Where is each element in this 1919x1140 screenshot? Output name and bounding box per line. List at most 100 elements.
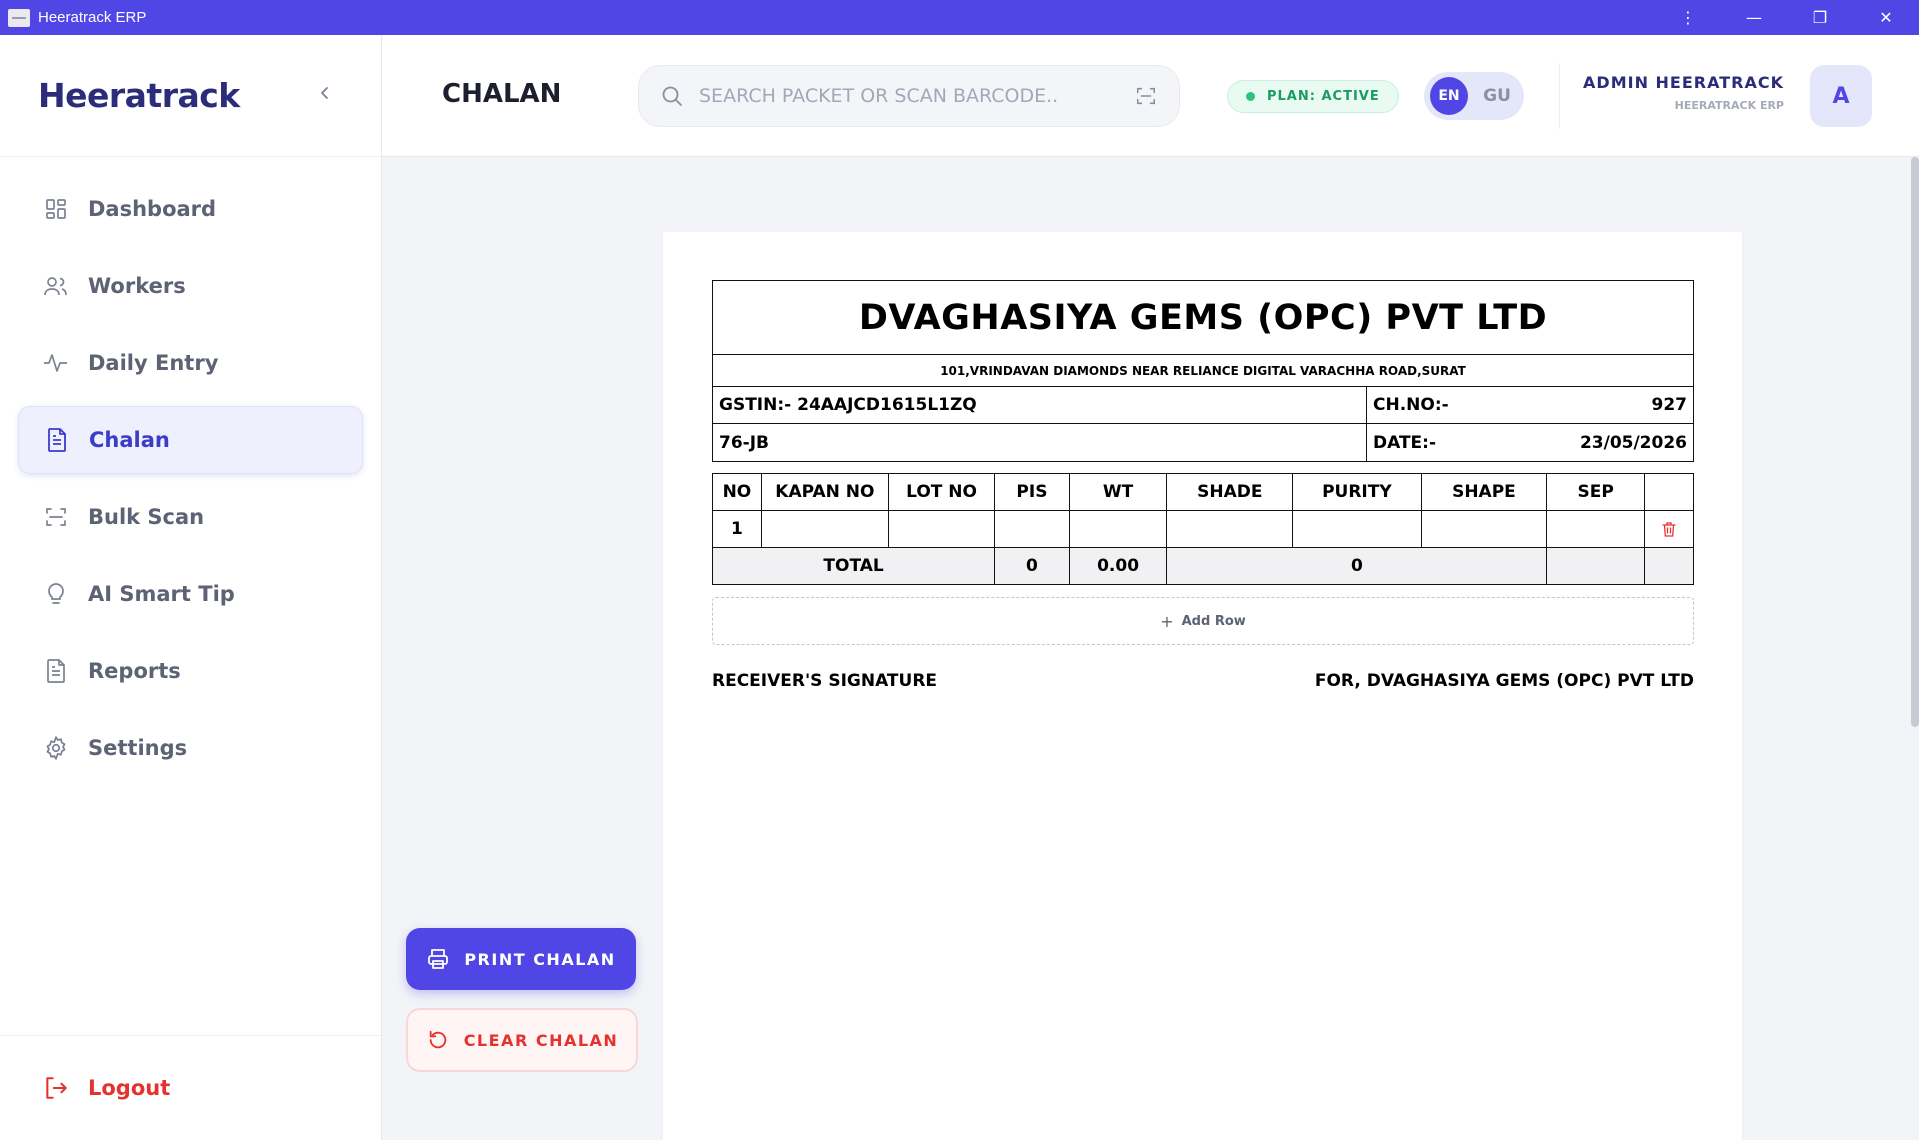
lang-gu-button[interactable]: GU xyxy=(1478,77,1516,115)
activity-icon xyxy=(42,349,70,377)
user-name: ADMIN HEERATRACK xyxy=(1583,73,1784,92)
lightbulb-icon xyxy=(42,580,70,608)
avatar[interactable]: A xyxy=(1810,65,1872,127)
total-empty xyxy=(1644,547,1694,585)
scan-icon xyxy=(42,503,70,531)
sidebar-item-label: AI Smart Tip xyxy=(88,582,235,606)
col-header: LOT NO xyxy=(887,473,996,511)
brand-row: Heeratrack xyxy=(0,35,381,157)
col-header: WT xyxy=(1068,473,1168,511)
file-icon xyxy=(42,657,70,685)
cell-wt[interactable] xyxy=(1068,510,1168,548)
header-divider xyxy=(1559,63,1560,129)
cell-purity[interactable] xyxy=(1292,510,1422,548)
search-icon xyxy=(662,86,682,106)
sidebar: Heeratrack Dashboard Workers Daily Entry xyxy=(0,35,382,1140)
content-scrollbar[interactable] xyxy=(1911,157,1919,727)
company-name: DVAGHASIYA GEMS (OPC) PVT LTD xyxy=(713,281,1693,355)
cell-pis[interactable] xyxy=(994,510,1070,548)
table-header-row: NO KAPAN NO LOT NO PIS WT SHADE PURITY S… xyxy=(712,473,1694,511)
sidebar-nav: Dashboard Workers Daily Entry Chalan Bul… xyxy=(0,157,381,782)
lang-en-button[interactable]: EN xyxy=(1430,77,1468,115)
collapse-sidebar-button[interactable] xyxy=(313,81,337,105)
reset-icon xyxy=(426,1028,450,1052)
cell-kapan-no[interactable] xyxy=(760,510,889,548)
cell-shape[interactable] xyxy=(1420,510,1548,548)
search-input[interactable] xyxy=(699,85,1133,107)
sidebar-item-label: Settings xyxy=(88,736,188,760)
add-row-label: Add Row xyxy=(1181,613,1246,629)
scan-icon xyxy=(1136,87,1156,105)
chalan-paper: DVAGHASIYA GEMS (OPC) PVT LTD 101,VRINDA… xyxy=(663,232,1742,1140)
party-name[interactable]: 76-JB xyxy=(713,424,1367,461)
maximize-button[interactable]: ❐ xyxy=(1787,0,1853,35)
col-header: PIS xyxy=(994,473,1070,511)
app-icon xyxy=(8,8,30,27)
total-wt: 0.00 xyxy=(1068,547,1168,585)
table-row: 1 xyxy=(712,510,1694,548)
gear-icon xyxy=(42,734,70,762)
sidebar-item-dashboard[interactable]: Dashboard xyxy=(18,175,363,243)
sidebar-item-label: Dashboard xyxy=(88,197,217,221)
sidebar-item-label: Daily Entry xyxy=(88,351,219,375)
sidebar-item-workers[interactable]: Workers xyxy=(18,252,363,320)
receiver-signature: RECEIVER'S SIGNATURE xyxy=(712,671,938,691)
status-dot xyxy=(1246,92,1255,101)
challan-date: DATE:- 23/05/2026 xyxy=(1367,424,1693,461)
window-controls: ⋮ — ❐ ✕ xyxy=(1655,0,1919,35)
sidebar-item-bulk-scan[interactable]: Bulk Scan xyxy=(18,483,363,551)
challan-number: CH.NO:- 927 xyxy=(1367,387,1693,423)
minimize-button[interactable]: — xyxy=(1721,0,1787,35)
sidebar-item-label: Chalan xyxy=(89,428,170,452)
clear-chalan-label: CLEAR CHALAN xyxy=(463,1030,619,1050)
date-label: DATE:- xyxy=(1373,432,1437,453)
printer-icon xyxy=(426,947,450,971)
cell-shade[interactable] xyxy=(1166,510,1294,548)
cell-sep[interactable] xyxy=(1546,510,1646,548)
col-header: NO xyxy=(712,473,762,511)
col-header: PURITY xyxy=(1292,473,1422,511)
file-text-icon xyxy=(43,426,71,454)
brand-logo: Heeratrack xyxy=(38,76,240,115)
plan-status-badge: PLAN: ACTIVE xyxy=(1227,80,1399,113)
logout-label: Logout xyxy=(88,1076,171,1100)
clear-chalan-button[interactable]: CLEAR CHALAN xyxy=(406,1008,638,1072)
sidebar-item-reports[interactable]: Reports xyxy=(18,637,363,705)
sidebar-item-daily-entry[interactable]: Daily Entry xyxy=(18,329,363,397)
print-chalan-label: PRINT CHALAN xyxy=(464,949,616,969)
plan-status-text: PLAN: ACTIVE xyxy=(1267,89,1380,104)
col-header: KAPAN NO xyxy=(760,473,889,511)
barcode-scan-button[interactable] xyxy=(1133,83,1159,109)
search-bar xyxy=(638,65,1180,127)
info-row-party: 76-JB DATE:- 23/05/2026 xyxy=(713,424,1693,461)
add-row-button[interactable]: + Add Row xyxy=(712,597,1694,645)
sidebar-item-chalan[interactable]: Chalan xyxy=(18,406,363,474)
trash-icon xyxy=(1649,521,1689,538)
ch-no-label: CH.NO:- xyxy=(1373,395,1449,415)
for-company: FOR, DVAGHASIYA GEMS (OPC) PVT LTD xyxy=(1314,671,1694,691)
sidebar-item-settings[interactable]: Settings xyxy=(18,714,363,782)
more-options-icon[interactable]: ⋮ xyxy=(1655,0,1721,35)
ch-no-value[interactable]: 927 xyxy=(1652,395,1688,415)
chevron-left-icon xyxy=(321,87,328,99)
cell-no: 1 xyxy=(712,510,762,548)
window-title: Heeratrack ERP xyxy=(38,9,147,26)
users-icon xyxy=(42,272,70,300)
total-empty xyxy=(1546,547,1646,585)
info-row-gstin: GSTIN:- 24AAJCD1615L1ZQ CH.NO:- 927 xyxy=(713,387,1693,424)
logout-button[interactable]: Logout xyxy=(0,1035,381,1140)
top-header: CHALAN PLAN: ACTIVE EN GU ADMIN HEERATRA… xyxy=(382,35,1919,157)
delete-row-button[interactable] xyxy=(1644,510,1694,548)
language-toggle: EN GU xyxy=(1424,72,1524,120)
print-chalan-button[interactable]: PRINT CHALAN xyxy=(406,928,636,990)
total-row: TOTAL 0 0.00 0 xyxy=(711,547,1694,585)
close-window-button[interactable]: ✕ xyxy=(1853,0,1919,35)
cell-lot-no[interactable] xyxy=(887,510,996,548)
total-mid: 0 xyxy=(1166,547,1548,585)
page-title: CHALAN xyxy=(442,79,562,109)
signature-row: RECEIVER'S SIGNATURE FOR, DVAGHASIYA GEM… xyxy=(712,671,1694,691)
sidebar-item-ai-smart-tip[interactable]: AI Smart Tip xyxy=(18,560,363,628)
total-label: TOTAL xyxy=(711,547,996,585)
sidebar-item-label: Bulk Scan xyxy=(88,505,205,529)
date-value[interactable]: 23/05/2026 xyxy=(1580,433,1687,453)
